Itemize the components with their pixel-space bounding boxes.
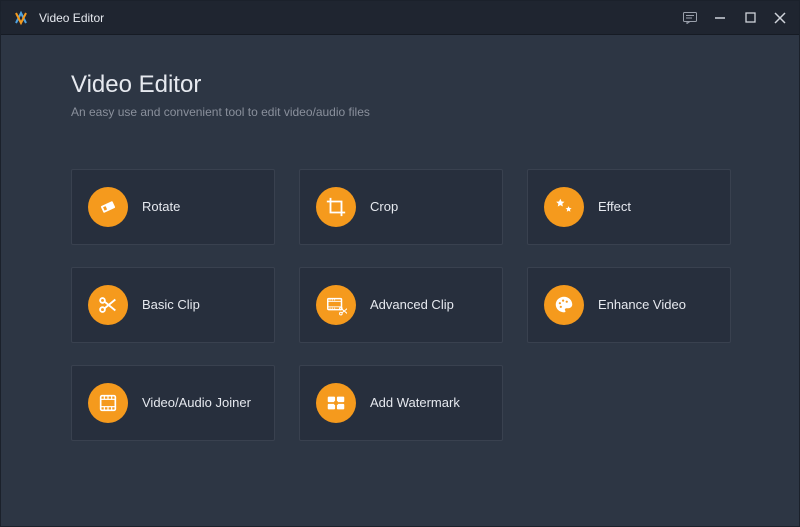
tile-rotate[interactable]: Rotate [71,169,275,245]
tile-label: Basic Clip [142,297,200,313]
titlebar: Video Editor [1,1,799,35]
tile-basic-clip[interactable]: Basic Clip [71,267,275,343]
app-logo-icon [13,10,29,26]
tile-label: Advanced Clip [370,297,454,313]
tile-label: Add Watermark [370,395,460,411]
effect-icon [544,187,584,227]
tile-enhance-video[interactable]: Enhance Video [527,267,731,343]
titlebar-controls [683,11,787,25]
scissors-icon [88,285,128,325]
tile-label: Effect [598,199,631,215]
rotate-icon [88,187,128,227]
titlebar-left: Video Editor [13,10,104,26]
minimize-button[interactable] [713,11,727,25]
crop-icon [316,187,356,227]
tile-label: Video/Audio Joiner [142,395,251,411]
app-window: Video Editor [0,0,800,527]
tile-add-watermark[interactable]: Add Watermark [299,365,503,441]
tile-label: Rotate [142,199,180,215]
tile-label: Enhance Video [598,297,686,313]
tile-crop[interactable]: Crop [299,169,503,245]
page-subtitle: An easy use and convenient tool to edit … [71,105,729,119]
tile-label: Crop [370,199,398,215]
maximize-button[interactable] [743,11,757,25]
tile-video-audio-joiner[interactable]: Video/Audio Joiner [71,365,275,441]
tile-effect[interactable]: Effect [527,169,731,245]
film-icon [88,383,128,423]
advanced-clip-icon [316,285,356,325]
titlebar-title: Video Editor [39,11,104,25]
watermark-icon [316,383,356,423]
tile-advanced-clip[interactable]: Advanced Clip [299,267,503,343]
page-title: Video Editor [71,71,729,99]
feedback-button[interactable] [683,11,697,25]
close-button[interactable] [773,11,787,25]
palette-icon [544,285,584,325]
content-area: Video Editor An easy use and convenient … [1,35,799,441]
tool-grid: Rotate Crop Effect [71,169,729,441]
